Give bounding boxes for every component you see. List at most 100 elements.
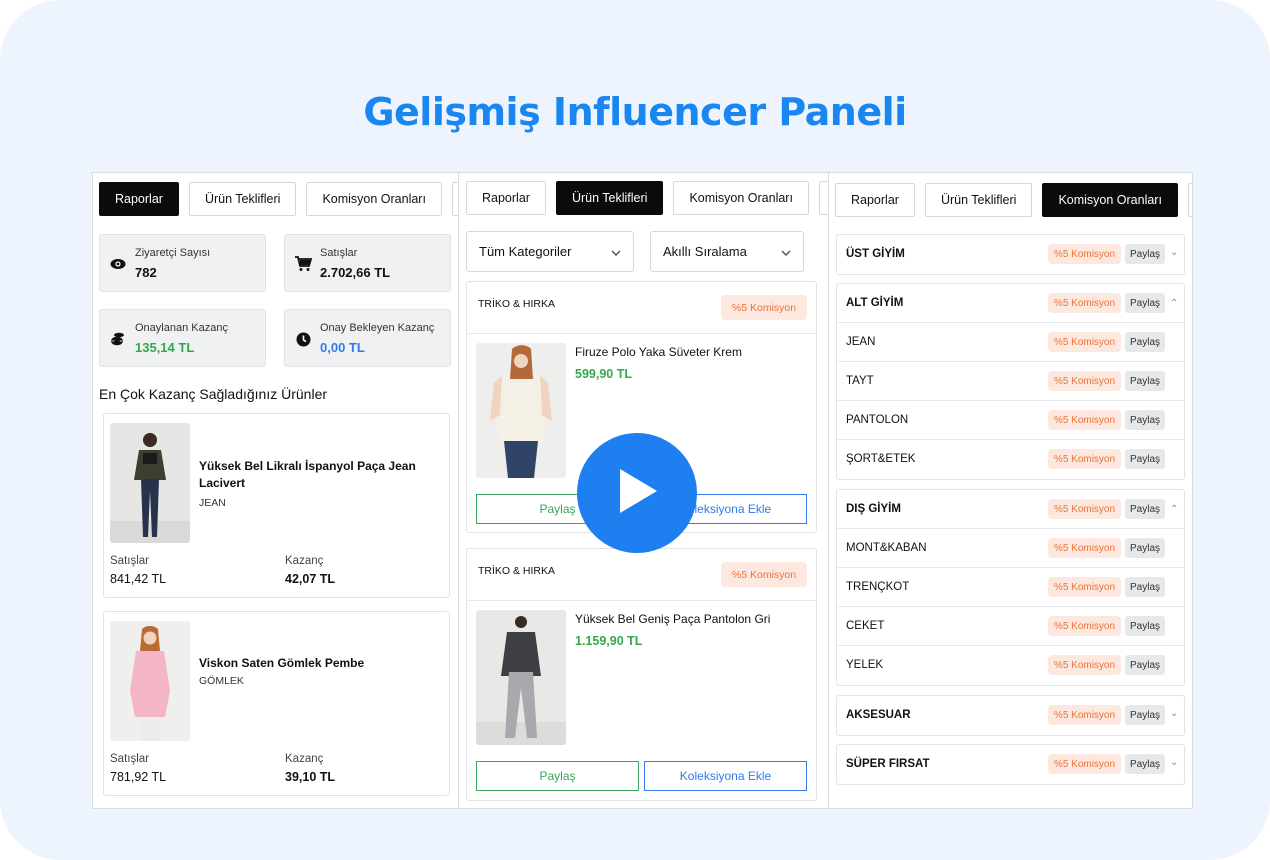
category-row[interactable]: SÜPER FIRSAT %5 Komisyon Paylaş ⌄ <box>837 745 1184 784</box>
tab-commission-rates[interactable]: Komisyon Oranları <box>1042 183 1178 217</box>
offer-product-name: Yüksek Bel Geniş Paça Pantolon Gri <box>575 612 771 626</box>
category-group: SÜPER FIRSAT %5 Komisyon Paylaş ⌄ <box>836 744 1185 785</box>
stat-value: 135,14 TL <box>135 340 195 355</box>
subcategory-row: MONT&KABAN %5 Komisyon Paylaş <box>837 529 1184 568</box>
category-row[interactable]: DIŞ GİYİM %5 Komisyon Paylaş ⌃ <box>837 490 1184 529</box>
subcategory-name: PANTOLON <box>846 414 909 426</box>
earnings-value: 39,10 TL <box>285 770 336 784</box>
offer-card: TRİKO & HIRKA %5 Komisyon Yüksek Bel Gen… <box>466 548 817 801</box>
share-button[interactable]: Paylaş <box>1125 538 1165 558</box>
commission-badge: %5 Komisyon <box>721 562 807 587</box>
stat-approved-earnings: Onaylanan Kazanç 135,14 TL <box>99 309 266 367</box>
subcategory-name: TRENÇKOT <box>846 581 910 593</box>
top-product-card[interactable]: Viskon Saten Gömlek Pembe GÖMLEK Satışla… <box>103 611 450 796</box>
stat-pending-earnings: Onay Bekleyen Kazanç 0,00 TL <box>284 309 451 367</box>
stat-sales: Satışlar 2.702,66 TL <box>284 234 451 292</box>
product-name: Viskon Saten Gömlek Pembe <box>199 656 365 670</box>
commission-badge: %5 Komisyon <box>1048 754 1121 774</box>
subcategory-name: CEKET <box>846 620 885 632</box>
share-button[interactable]: Paylaş <box>1125 449 1165 469</box>
share-button[interactable]: Paylaş <box>1125 705 1165 725</box>
tab-commission-rates[interactable]: Komisyon Oranları <box>306 182 442 216</box>
play-icon <box>614 466 660 521</box>
earnings-label: Kazanç <box>285 555 324 567</box>
commission-badge: %5 Komisyon <box>1048 538 1121 558</box>
subcategory-row: TAYT %5 Komisyon Paylaş <box>837 362 1184 401</box>
tab-product-offers[interactable]: Ürün Teklifleri <box>555 181 664 215</box>
category-name: AKSESUAR <box>846 709 911 721</box>
add-to-collection-button[interactable]: Koleksiyona Ekle <box>644 761 807 791</box>
coins-icon <box>109 330 127 348</box>
subcategory-name: MONT&KABAN <box>846 542 927 554</box>
share-button[interactable]: Paylaş <box>1125 655 1165 675</box>
top-product-card[interactable]: Yüksek Bel Likralı İspanyol Paça Jean La… <box>103 413 450 598</box>
chevron-up-icon[interactable]: ⌃ <box>1170 504 1178 515</box>
subcategory-row: JEAN %5 Komisyon Paylaş <box>837 323 1184 362</box>
share-button[interactable]: Paylaş <box>1125 371 1165 391</box>
offer-product-price: 1.159,90 TL <box>575 634 643 648</box>
product-category: JEAN <box>199 497 226 509</box>
subcategory-name: JEAN <box>846 336 876 348</box>
share-button[interactable]: Paylaş <box>1125 499 1165 519</box>
share-button[interactable]: Paylaş <box>1125 410 1165 430</box>
stat-value: 2.702,66 TL <box>320 265 391 280</box>
category-group: ALT GİYİM %5 Komisyon Paylaş ⌃ JEAN %5 K… <box>836 283 1185 480</box>
stat-label: Onaylanan Kazanç <box>135 322 228 334</box>
commission-badge: %5 Komisyon <box>721 295 807 320</box>
subcategory-row: PANTOLON %5 Komisyon Paylaş <box>837 401 1184 440</box>
panels-container: Raporlar Ürün Teklifleri Komisyon Oranla… <box>92 172 1193 809</box>
commission-rates-panel: Raporlar Ürün Teklifleri Komisyon Oranla… <box>829 173 1192 808</box>
category-group: DIŞ GİYİM %5 Komisyon Paylaş ⌃ MONT&KABA… <box>836 489 1185 686</box>
category-row[interactable]: AKSESUAR %5 Komisyon Paylaş ⌄ <box>837 696 1184 735</box>
sort-select-value: Akıllı Sıralama <box>663 244 747 259</box>
share-button[interactable]: Paylaş <box>1125 754 1165 774</box>
tab-commission-rates[interactable]: Komisyon Oranları <box>673 181 809 215</box>
chevron-down-icon <box>781 244 791 259</box>
share-button[interactable]: Paylaş <box>1125 244 1165 264</box>
category-select[interactable]: Tüm Kategoriler <box>466 231 634 272</box>
tab-product-offers[interactable]: Ürün Teklifleri <box>188 182 297 216</box>
tab-overflow[interactable] <box>818 181 828 215</box>
stat-value: 0,00 TL <box>320 340 365 355</box>
share-button[interactable]: Paylaş <box>1125 293 1165 313</box>
tab-reports[interactable]: Raporlar <box>466 181 546 215</box>
clock-icon <box>294 330 312 348</box>
commission-badge: %5 Komisyon <box>1048 616 1121 636</box>
eye-icon <box>109 255 127 273</box>
product-image-shirt <box>110 621 190 741</box>
share-button[interactable]: Paylaş <box>1125 577 1165 597</box>
subcategory-name: YELEK <box>846 659 884 671</box>
commission-badge: %5 Komisyon <box>1048 244 1121 264</box>
earnings-label: Kazanç <box>285 753 324 765</box>
commission-badge: %5 Komisyon <box>1048 577 1121 597</box>
chevron-down-icon[interactable]: ⌄ <box>1170 708 1178 719</box>
chevron-up-icon[interactable]: ⌃ <box>1170 298 1178 309</box>
tab-reports[interactable]: Raporlar <box>835 183 915 217</box>
chevron-down-icon[interactable]: ⌄ <box>1170 757 1178 768</box>
category-group: AKSESUAR %5 Komisyon Paylaş ⌄ <box>836 695 1185 736</box>
tab-reports[interactable]: Raporlar <box>99 182 179 216</box>
tab-overflow[interactable] <box>451 182 458 216</box>
category-row[interactable]: ÜST GİYİM %5 Komisyon Paylaş ⌄ <box>837 235 1184 274</box>
page-title: Gelişmiş Influencer Paneli <box>363 90 907 134</box>
sales-label: Satışlar <box>110 753 149 765</box>
top-products-title: En Çok Kazanç Sağladığınız Ürünler <box>99 386 328 402</box>
category-name: DIŞ GİYİM <box>846 503 901 515</box>
chevron-down-icon <box>611 244 621 259</box>
commission-badge: %5 Komisyon <box>1048 655 1121 675</box>
chevron-down-icon[interactable]: ⌄ <box>1170 247 1178 258</box>
commission-badge: %5 Komisyon <box>1048 293 1121 313</box>
offer-category: TRİKO & HIRKA <box>478 565 556 577</box>
tab-overflow[interactable] <box>1187 183 1192 217</box>
category-select-value: Tüm Kategoriler <box>479 244 572 259</box>
share-button[interactable]: Paylaş <box>476 761 639 791</box>
tab-product-offers[interactable]: Ürün Teklifleri <box>924 183 1033 217</box>
share-button[interactable]: Paylaş <box>1125 616 1165 636</box>
share-button[interactable]: Paylaş <box>1125 332 1165 352</box>
subcategory-name: TAYT <box>846 375 874 387</box>
category-row[interactable]: ALT GİYİM %5 Komisyon Paylaş ⌃ <box>837 284 1184 323</box>
sort-select[interactable]: Akıllı Sıralama <box>650 231 804 272</box>
commission-badge: %5 Komisyon <box>1048 499 1121 519</box>
offer-category: TRİKO & HIRKA <box>478 298 556 310</box>
play-button[interactable] <box>577 433 697 553</box>
